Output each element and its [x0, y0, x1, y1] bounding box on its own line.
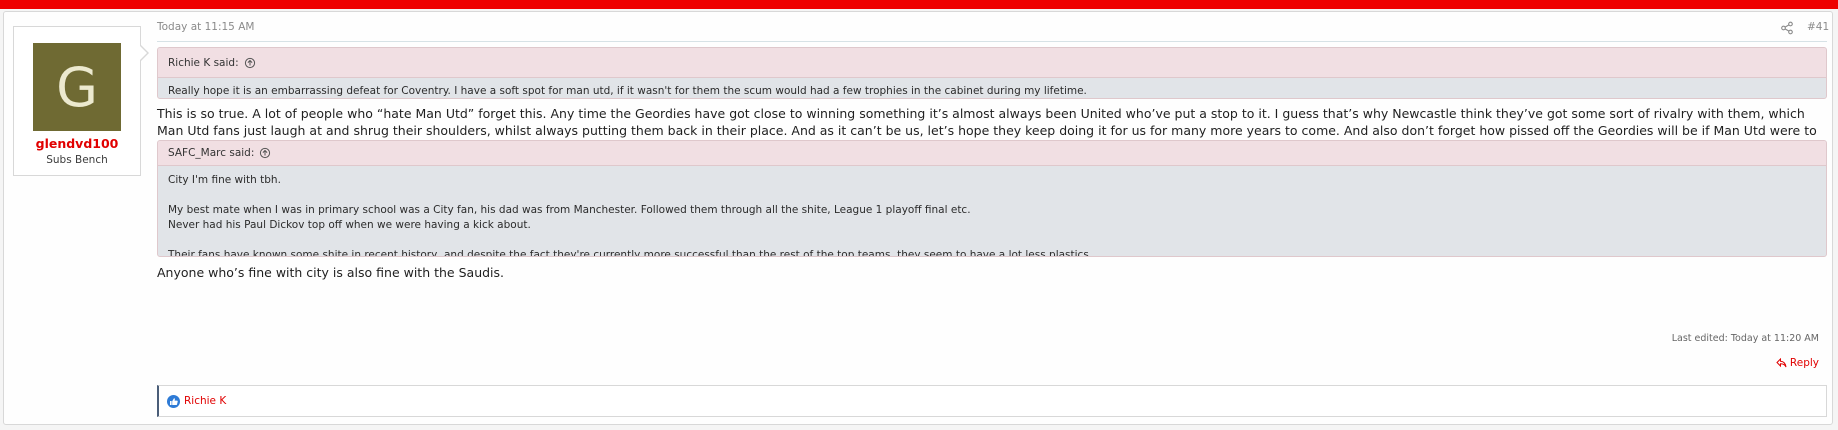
quote-line: Really hope it is an embarrassing defeat… — [168, 85, 1087, 97]
arrow-up-circle-icon[interactable] — [244, 57, 256, 69]
user-panel-arrow — [139, 44, 149, 62]
last-edited-note: Last edited: Today at 11:20 AM — [1671, 333, 1819, 344]
user-info-panel: G glendvd100 Subs Bench — [13, 26, 141, 176]
forum-post: G glendvd100 Subs Bench Today at 11:15 A… — [3, 11, 1833, 425]
quote-author-link[interactable]: Richie K said: — [168, 57, 239, 69]
header-divider — [157, 41, 1827, 42]
reply-label: Reply — [1789, 357, 1819, 369]
post-message-text-2: Anyone who’s fine with city is also fine… — [157, 265, 505, 280]
quote-line: My best mate when I was in primary schoo… — [168, 204, 971, 216]
quote-author-link[interactable]: SAFC_Marc said: — [168, 147, 254, 159]
quote-content: City I'm fine with tbh. My best mate whe… — [158, 166, 1826, 257]
arrow-up-circle-icon[interactable] — [259, 147, 271, 159]
reply-icon — [1776, 358, 1787, 368]
reply-button[interactable]: Reply — [1776, 357, 1819, 369]
username-link[interactable]: glendvd100 — [14, 136, 140, 151]
quote-line: City I'm fine with tbh. — [168, 174, 281, 186]
avatar[interactable]: G — [33, 43, 121, 131]
quote-line: Never had his Paul Dickov top off when w… — [168, 219, 531, 231]
reactions-bar: Richie K — [157, 385, 1827, 417]
quote-content: Really hope it is an embarrassing defeat… — [158, 78, 1826, 98]
reaction-user-link[interactable]: Richie K — [184, 395, 226, 407]
quote-line — [168, 234, 1816, 249]
quote-block-2: SAFC_Marc said: City I'm fine with tbh. … — [157, 140, 1827, 257]
quote-block-1: Richie K said: Really hope it is an emba… — [157, 47, 1827, 99]
share-icon[interactable] — [1780, 21, 1794, 35]
quote-header: SAFC_Marc said: — [158, 141, 1826, 166]
site-top-bar — [0, 0, 1838, 9]
quote-line: Their fans have known some shite in rece… — [168, 249, 1093, 257]
thumbs-up-icon — [167, 394, 180, 408]
quote-line — [168, 189, 1816, 204]
post-timestamp[interactable]: Today at 11:15 AM — [157, 21, 254, 33]
user-title: Subs Bench — [46, 154, 108, 166]
post-number-link[interactable]: #41 — [1807, 21, 1829, 33]
quote-header: Richie K said: — [158, 48, 1826, 78]
